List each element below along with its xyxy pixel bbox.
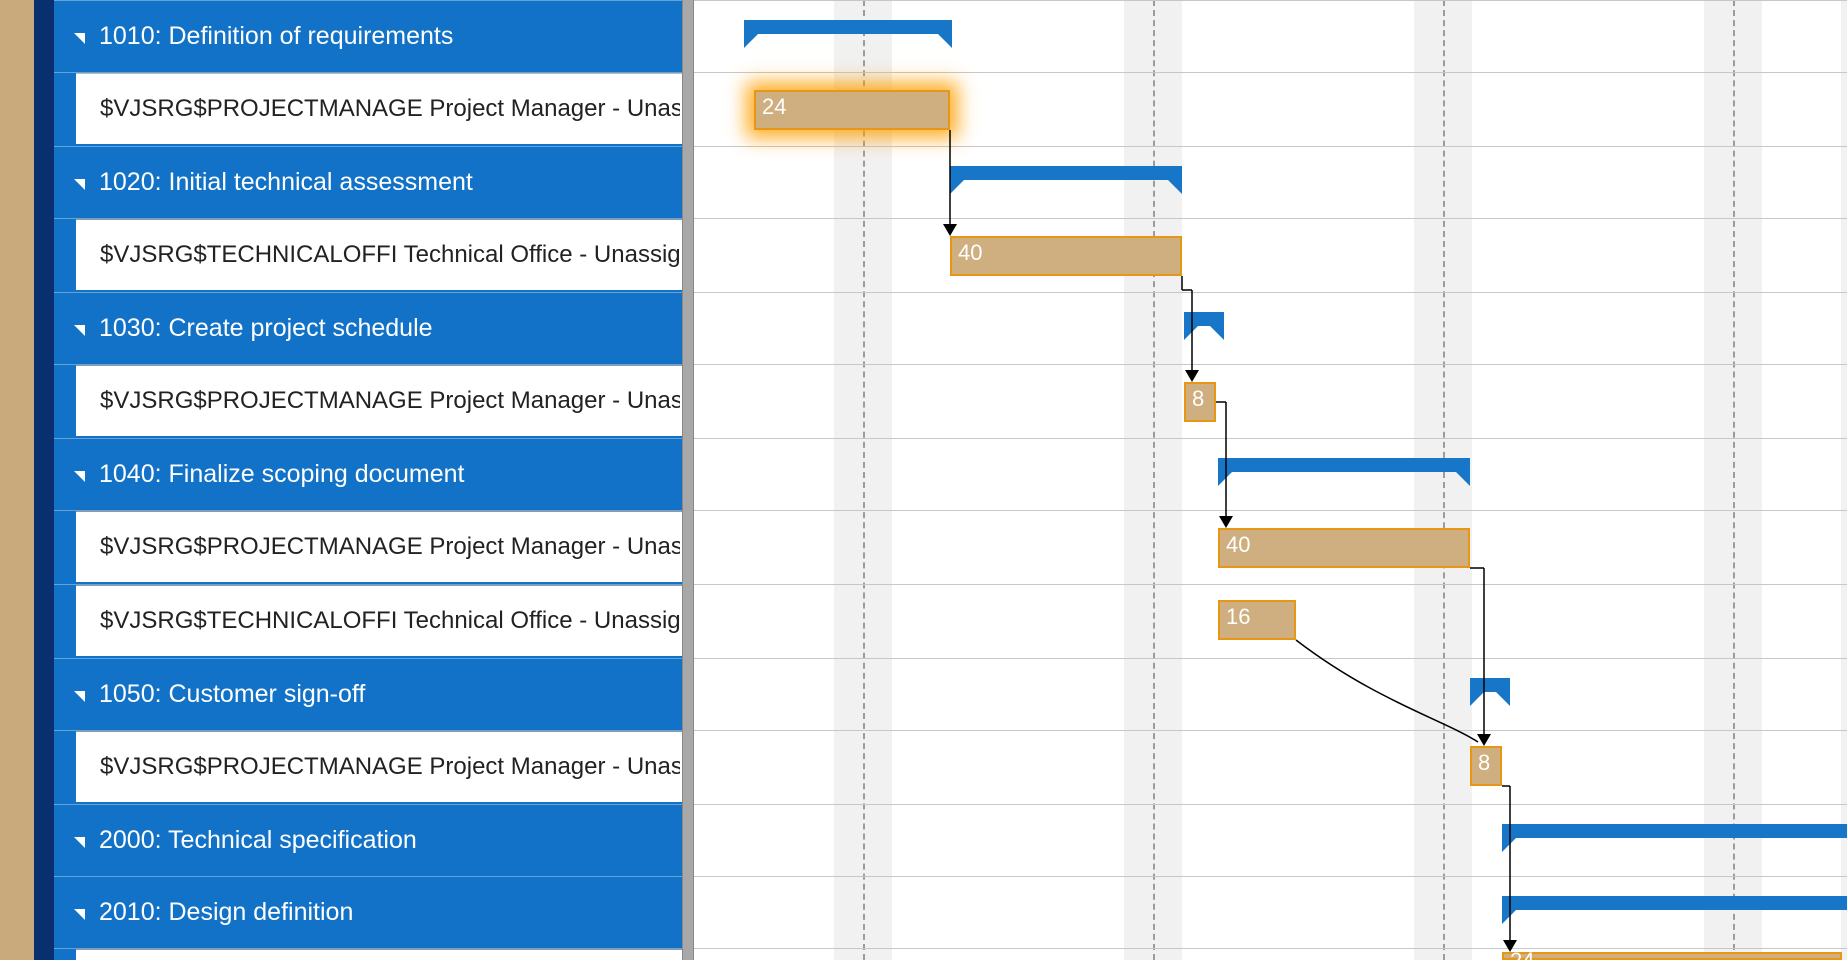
task-label: $VJSRG$TECHNICALOFFI Technical Office - … <box>100 607 680 635</box>
task-hours: 40 <box>958 240 982 266</box>
task-row[interactable]: $VJSRG$TECHNICALOFFI Technical Office - … <box>54 584 682 658</box>
row-gridline <box>694 658 1847 659</box>
group-row-1040[interactable]: 1040: Finalize scoping document <box>54 438 682 510</box>
summary-bar-2000[interactable] <box>1502 824 1847 838</box>
task-row[interactable]: $VJSRG$PROJECTMANAGE Project Manager - U… <box>54 72 682 146</box>
row-gridline <box>694 146 1847 147</box>
group-label: 1040: Finalize scoping document <box>99 460 465 489</box>
row-gridline <box>694 730 1847 731</box>
summary-bar-1010[interactable] <box>744 20 952 34</box>
group-label: 1020: Initial technical assessment <box>99 168 473 197</box>
day-gridline <box>1733 0 1735 960</box>
row-gridline <box>694 510 1847 511</box>
arrow-icon <box>1503 940 1517 952</box>
task-label: $VJSRG$PROJECTMANAGE Project Manager - U… <box>100 387 680 415</box>
task-row[interactable]: $VJSRG$TECHNICALOFFI Technical Office - … <box>54 948 682 960</box>
task-list-panel: 1010: Definition of requirements $VJSRG$… <box>54 0 682 960</box>
group-row-1010[interactable]: 1010: Definition of requirements <box>54 0 682 72</box>
gantt-task-bar[interactable]: 24 <box>1502 952 1842 960</box>
summary-bar-1030[interactable] <box>1184 312 1224 326</box>
nav-strip <box>34 0 54 960</box>
gantt-task-bar[interactable]: 40 <box>950 236 1182 276</box>
task-label: $VJSRG$PROJECTMANAGE Project Manager - U… <box>100 753 680 781</box>
summary-bar-1050[interactable] <box>1470 678 1510 692</box>
day-gridline <box>863 0 865 960</box>
task-row[interactable]: $VJSRG$PROJECTMANAGE Project Manager - U… <box>54 730 682 804</box>
row-gridline <box>694 438 1847 439</box>
group-row-1030[interactable]: 1030: Create project schedule <box>54 292 682 364</box>
expand-icon[interactable] <box>74 909 85 920</box>
task-label: $VJSRG$TECHNICALOFFI Technical Office - … <box>100 241 680 269</box>
group-row-2010[interactable]: 2010: Design definition <box>54 876 682 948</box>
day-gridline <box>1153 0 1155 960</box>
arrow-icon <box>1477 734 1491 746</box>
expand-icon[interactable] <box>74 837 85 848</box>
task-hours: 40 <box>1226 532 1250 558</box>
summary-bar-2010[interactable] <box>1502 896 1847 910</box>
row-gridline <box>694 218 1847 219</box>
app-frame: 1010: Definition of requirements $VJSRG$… <box>0 0 1847 960</box>
row-gridline <box>694 804 1847 805</box>
group-label: 2010: Design definition <box>99 898 353 927</box>
gantt-task-bar[interactable]: 8 <box>1470 746 1502 786</box>
summary-bar-1020[interactable] <box>950 166 1182 180</box>
task-row[interactable]: $VJSRG$TECHNICALOFFI Technical Office - … <box>54 218 682 292</box>
group-label: 1030: Create project schedule <box>99 314 433 343</box>
task-hours: 16 <box>1226 604 1250 630</box>
row-gridline <box>694 876 1847 877</box>
arrow-icon <box>943 224 957 236</box>
summary-bar-1040[interactable] <box>1218 458 1470 472</box>
expand-icon[interactable] <box>74 325 85 336</box>
expand-icon[interactable] <box>74 179 85 190</box>
gantt-task-bar[interactable]: 8 <box>1184 382 1216 422</box>
group-row-1020[interactable]: 1020: Initial technical assessment <box>54 146 682 218</box>
task-hours: 24 <box>762 94 786 120</box>
gantt-task-bar[interactable]: 24 <box>754 90 950 130</box>
splitter-handle[interactable] <box>682 0 694 960</box>
task-row[interactable]: $VJSRG$PROJECTMANAGE Project Manager - U… <box>54 510 682 584</box>
row-gridline <box>694 72 1847 73</box>
task-hours: 8 <box>1478 750 1490 776</box>
group-row-1050[interactable]: 1050: Customer sign-off <box>54 658 682 730</box>
task-label: $VJSRG$PROJECTMANAGE Project Manager - U… <box>100 533 680 561</box>
gantt-task-bar[interactable]: 16 <box>1218 600 1296 640</box>
task-label: $VJSRG$PROJECTMANAGE Project Manager - U… <box>100 95 680 123</box>
expand-icon[interactable] <box>74 471 85 482</box>
expand-icon[interactable] <box>74 691 85 702</box>
weekend-band <box>1841 0 1847 960</box>
group-label: 1010: Definition of requirements <box>99 22 453 51</box>
group-label: 1050: Customer sign-off <box>99 680 365 709</box>
group-row-2000[interactable]: 2000: Technical specification <box>54 804 682 876</box>
row-gridline <box>694 584 1847 585</box>
day-gridline <box>1443 0 1445 960</box>
expand-icon[interactable] <box>74 33 85 44</box>
group-label: 2000: Technical specification <box>99 826 417 855</box>
task-row[interactable]: $VJSRG$PROJECTMANAGE Project Manager - U… <box>54 364 682 438</box>
gantt-chart[interactable]: 24 40 8 40 16 8 <box>694 0 1847 960</box>
outer-left-strip <box>0 0 34 960</box>
row-gridline <box>694 292 1847 293</box>
task-hours: 8 <box>1192 386 1204 412</box>
arrow-icon <box>1219 516 1233 528</box>
row-gridline <box>694 0 1847 1</box>
row-gridline <box>694 948 1847 949</box>
row-gridline <box>694 364 1847 365</box>
arrow-icon <box>1185 370 1199 382</box>
gantt-task-bar[interactable]: 40 <box>1218 528 1470 568</box>
